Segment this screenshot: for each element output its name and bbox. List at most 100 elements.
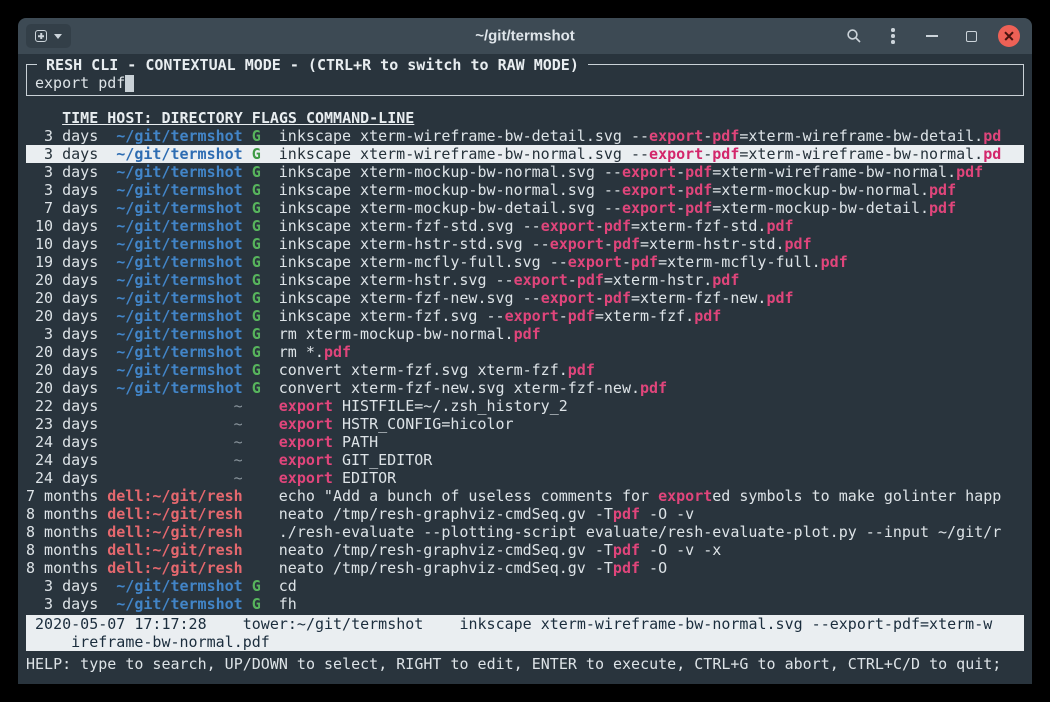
row-command: neato /tmp/resh-graphviz-cmdSeq.gv -Tpdf…: [279, 505, 1024, 523]
row-directory: ~/git/termshot: [107, 253, 242, 271]
history-row[interactable]: 8 monthsdell:~/git/reshneato /tmp/resh-g…: [26, 559, 1024, 577]
row-flags: [252, 415, 261, 433]
row-flags: G: [252, 379, 261, 397]
search-box-title: RESH CLI - CONTEXTUAL MODE - (CTRL+R to …: [37, 56, 588, 74]
row-flags: [252, 523, 261, 541]
row-command: inkscape xterm-hstr.svg --export-pdf=xte…: [279, 271, 1024, 289]
row-command: export HISTFILE=~/.zsh_history_2: [279, 397, 1024, 415]
row-directory: ~/git/termshot: [107, 289, 242, 307]
row-flags: G: [252, 577, 261, 595]
row-command: ./resh-evaluate --plotting-script evalua…: [279, 523, 1024, 541]
history-row[interactable]: 20 days~/git/termshotGrm *.pdf: [26, 343, 1024, 361]
new-tab-button[interactable]: [26, 24, 71, 48]
row-directory: ~: [107, 415, 242, 433]
row-time: 3 days: [26, 145, 98, 163]
row-command: inkscape xterm-hstr-std.svg --export-pdf…: [279, 235, 1024, 253]
row-flags: G: [252, 289, 261, 307]
history-row[interactable]: 10 days~/git/termshotGinkscape xterm-fzf…: [26, 217, 1024, 235]
row-command: export PATH: [279, 433, 1024, 451]
history-row[interactable]: 24 days~export PATH: [26, 433, 1024, 451]
row-directory: ~/git/termshot: [107, 379, 242, 397]
row-time: 24 days: [26, 451, 98, 469]
row-flags: G: [252, 217, 261, 235]
row-flags: [252, 469, 261, 487]
row-time: 8 months: [26, 523, 98, 541]
row-flags: [252, 559, 261, 577]
row-flags: G: [252, 199, 261, 217]
row-time: 20 days: [26, 343, 98, 361]
row-time: 10 days: [26, 235, 98, 253]
list-header: TIME HOST: DIRECTORY FLAGS COMMAND-LINE: [26, 109, 1024, 127]
row-time: 3 days: [26, 577, 98, 595]
row-time: 3 days: [26, 127, 98, 145]
history-row[interactable]: 10 days~/git/termshotGinkscape xterm-hst…: [26, 235, 1024, 253]
history-row-selected[interactable]: 3 days~/git/termshotGinkscape xterm-wire…: [26, 145, 1024, 163]
row-command: inkscape xterm-mockup-bw-normal.svg --ex…: [279, 163, 1024, 181]
row-directory: ~/git/termshot: [107, 181, 242, 199]
row-directory: ~/git/termshot: [107, 163, 242, 181]
history-row[interactable]: 8 monthsdell:~/git/resh./resh-evaluate -…: [26, 523, 1024, 541]
row-time: 3 days: [26, 181, 98, 199]
row-command: inkscape xterm-wireframe-bw-detail.svg -…: [279, 127, 1024, 145]
history-row[interactable]: 20 days~/git/termshotGinkscape xterm-fzf…: [26, 307, 1024, 325]
history-row[interactable]: 8 monthsdell:~/git/reshneato /tmp/resh-g…: [26, 541, 1024, 559]
history-row[interactable]: 3 days~/git/termshotGrm xterm-mockup-bw-…: [26, 325, 1024, 343]
status-line-2: ireframe-bw-normal.pdf: [26, 633, 1024, 651]
history-row[interactable]: 3 days ~/git/termshot Ginkscape xterm-wire…: [26, 127, 1024, 145]
history-row[interactable]: 3 days~/git/termshotGcd: [26, 577, 1024, 595]
search-button[interactable]: [842, 24, 866, 48]
minimize-icon: [926, 35, 938, 37]
history-row[interactable]: 7 monthsdell:~/git/reshecho "Add a bunch…: [26, 487, 1024, 505]
search-query: export pdf: [35, 74, 125, 92]
search-box[interactable]: RESH CLI - CONTEXTUAL MODE - (CTRL+R to …: [26, 64, 1024, 96]
history-row[interactable]: 8 monthsdell:~/git/reshneato /tmp/resh-g…: [26, 505, 1024, 523]
history-row[interactable]: 19 days~/git/termshotGinkscape xterm-mcf…: [26, 253, 1024, 271]
row-time: 8 months: [26, 505, 98, 523]
history-row[interactable]: 20 days~/git/termshotGconvert xterm-fzf.…: [26, 361, 1024, 379]
history-list: 3 days ~/git/termshot Ginkscape xterm-wire…: [26, 127, 1024, 613]
history-row[interactable]: 22 days~export HISTFILE=~/.zsh_history_2: [26, 397, 1024, 415]
screen: ~/git/termshot: [0, 0, 1050, 702]
row-flags: [252, 433, 261, 451]
row-flags: G: [252, 595, 261, 613]
row-flags: [252, 541, 261, 559]
row-command: cd: [279, 577, 1024, 595]
kebab-menu-icon: [891, 34, 895, 38]
row-directory: ~/git/termshot: [107, 361, 242, 379]
history-row[interactable]: 24 days~export GIT_EDITOR: [26, 451, 1024, 469]
history-row[interactable]: 23 days~export HSTR_CONFIG=hicolor: [26, 415, 1024, 433]
history-row[interactable]: 3 days~/git/termshotGfh: [26, 595, 1024, 613]
row-command: inkscape xterm-fzf-std.svg --export-pdf=…: [279, 217, 1024, 235]
history-row[interactable]: 20 days~/git/termshotGconvert xterm-fzf-…: [26, 379, 1024, 397]
history-row[interactable]: 3 days~/git/termshotGinkscape xterm-mock…: [26, 163, 1024, 181]
row-time: 3 days: [26, 163, 98, 181]
new-tab-icon: [35, 30, 47, 42]
row-time: 8 months: [26, 559, 98, 577]
row-directory: ~/git/termshot: [107, 307, 242, 325]
row-command: inkscape xterm-mcfly-full.svg --export-p…: [279, 253, 1024, 271]
row-flags: G: [252, 127, 261, 145]
menu-button[interactable]: [881, 24, 905, 48]
row-directory: ~/git/termshot: [107, 199, 242, 217]
search-input[interactable]: export pdf: [35, 74, 1015, 92]
row-time: 24 days: [26, 433, 98, 451]
minimize-button[interactable]: [920, 24, 944, 48]
history-row[interactable]: 24 days~export EDITOR: [26, 469, 1024, 487]
row-directory: ~/git/termshot: [107, 145, 242, 163]
close-button[interactable]: [998, 25, 1020, 47]
titlebar: ~/git/termshot: [18, 18, 1032, 54]
restore-icon: [966, 31, 977, 42]
row-time: 20 days: [26, 361, 98, 379]
history-row[interactable]: 3 days~/git/termshotGinkscape xterm-mock…: [26, 181, 1024, 199]
row-time: 3 days: [26, 325, 98, 343]
restore-button[interactable]: [959, 24, 983, 48]
terminal-window: ~/git/termshot: [18, 18, 1032, 684]
row-time: 20 days: [26, 307, 98, 325]
row-directory: ~: [107, 451, 242, 469]
history-row[interactable]: 20 days~/git/termshotGinkscape xterm-hst…: [26, 271, 1024, 289]
row-flags: G: [252, 271, 261, 289]
history-row[interactable]: 7 days~/git/termshotGinkscape xterm-mock…: [26, 199, 1024, 217]
history-row[interactable]: 20 days~/git/termshotGinkscape xterm-fzf…: [26, 289, 1024, 307]
row-directory: ~/git/termshot: [107, 127, 242, 145]
chevron-down-icon: [54, 34, 62, 39]
